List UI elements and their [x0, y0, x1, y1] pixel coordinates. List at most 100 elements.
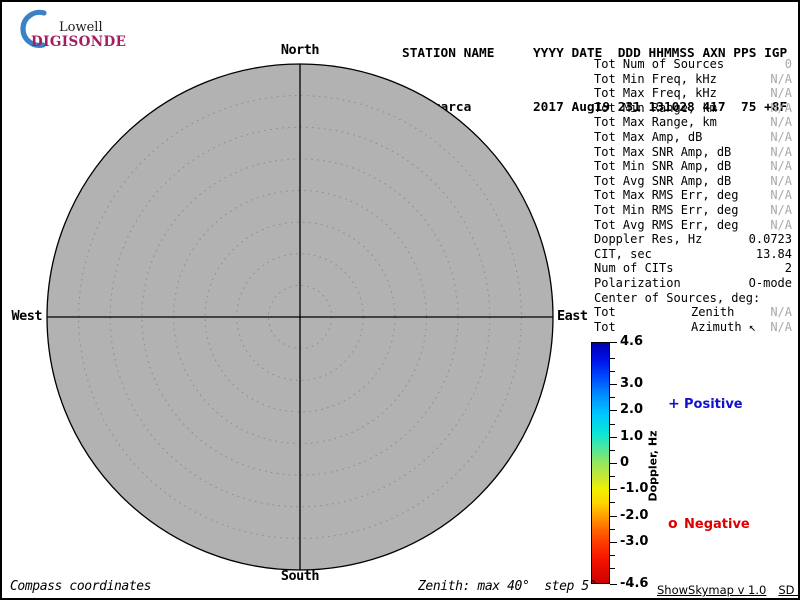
colorbar-minor-tick: [610, 358, 615, 359]
stat-label: Tot Avg SNR Amp, dB: [594, 174, 731, 189]
stats-row: Tot Avg RMS Err, deg N/A: [594, 218, 792, 233]
stat-value: N/A: [770, 320, 792, 335]
stat-value: N/A: [770, 115, 792, 130]
logo-lowell-text: Lowell: [59, 20, 103, 35]
colorbar-tick-label: 3.0: [620, 377, 643, 391]
stats-row: Tot Avg SNR Amp, dBN/A: [594, 174, 792, 189]
stat-label: Tot: [594, 320, 616, 335]
stats-row: Polarization O-mode: [594, 276, 792, 291]
compass-label-east: East: [557, 308, 588, 324]
stat-mid-label: Zenith: [691, 305, 734, 320]
stat-label: Tot Avg RMS Err, deg: [594, 218, 739, 233]
zenith-range-label: Zenith: max 40° step 5°: [418, 579, 596, 594]
stat-value: N/A: [770, 159, 792, 174]
stat-value: O-mode: [749, 276, 792, 291]
showskymap-version: ShowSkymap v 1.0: [657, 583, 766, 597]
stats-row: Tot Max Range, km N/A: [594, 115, 792, 130]
colorbar-gradient: [591, 342, 610, 584]
stat-value: 0.0723: [749, 232, 792, 247]
compass-label-south: South: [260, 568, 340, 584]
stats-row: Tot Min Range, km N/A: [594, 101, 792, 116]
stats-panel: Tot Num of Sources0Tot Min Freq, kHzN/AT…: [594, 57, 792, 334]
colorbar-tick: [610, 584, 617, 585]
showskymap-window: Lowell DIGISONDE STATION NAME YYYY DATE …: [0, 0, 800, 600]
colorbar-minor-tick: [610, 476, 615, 477]
stat-mid-label: Azimuth ↖: [691, 320, 756, 335]
colorbar-tick-label: -4.6: [620, 577, 648, 591]
colorbar-tick-label: 2.0: [620, 403, 643, 417]
stat-value: N/A: [770, 72, 792, 87]
skymap-plot: [22, 39, 578, 595]
version-label: ShowSkymap v 1.0 SD v 4.2: [657, 583, 800, 597]
stat-label: Tot Min Freq, kHz: [594, 72, 717, 87]
colorbar-tick: [610, 542, 617, 543]
colorbar-tick: [610, 410, 617, 411]
stats-row: CIT, sec 13.84: [594, 247, 792, 262]
sd-version: SD v 4.2: [778, 583, 800, 597]
stats-row: Tot Max SNR Amp, dB N/A: [594, 145, 792, 160]
colorbar-tick: [610, 384, 617, 385]
stat-value: N/A: [770, 188, 792, 203]
colorbar-minor-tick: [610, 529, 615, 530]
stat-label: Doppler Res, Hz: [594, 232, 702, 247]
stat-label: Tot Min RMS Err, deg: [594, 203, 739, 218]
colorbar-minor-tick: [610, 424, 615, 425]
stat-label: Tot: [594, 305, 616, 320]
stat-label: Tot Num of Sources: [594, 57, 724, 72]
colorbar-title: Doppler, Hz: [647, 430, 660, 501]
colorbar-minor-tick: [610, 371, 615, 372]
stat-label: Tot Min Range, km: [594, 101, 717, 116]
colorbar-tick: [610, 516, 617, 517]
stat-label: Tot Max Amp, dB: [594, 130, 702, 145]
stat-value: N/A: [770, 145, 792, 160]
colorbar-tick-label: -3.0: [620, 535, 648, 549]
stat-label: Tot Max Freq, kHz: [594, 86, 717, 101]
legend-negative: oNegative: [668, 516, 750, 532]
stat-value: N/A: [770, 130, 792, 145]
stats-row: Tot Num of Sources 0: [594, 57, 792, 72]
legend-negative-label: Negative: [684, 517, 750, 532]
stats-row: Tot Max Amp, dB N/A: [594, 130, 792, 145]
stats-row: Tot Min RMS Err, deg N/A: [594, 203, 792, 218]
circle-marker-icon: o: [668, 516, 684, 532]
stats-row: Tot Max Freq, kHz N/A: [594, 86, 792, 101]
colorbar-tick-label: 4.6: [620, 335, 643, 349]
colorbar-minor-tick: [610, 450, 615, 451]
stats-row: Tot Min SNR Amp, dB N/A: [594, 159, 792, 174]
stats-row: Center of Sources, deg:: [594, 291, 792, 306]
stats-row: Tot Azimuth ↖ N/A: [594, 320, 792, 335]
colorbar-minor-tick: [610, 568, 615, 569]
colorbar-ticks: 4.63.02.01.00-1.0-2.0-3.0-4.6: [610, 342, 670, 584]
stat-label: Tot Min SNR Amp, dB: [594, 159, 731, 174]
stats-row: Tot Max RMS Err, degN/A: [594, 188, 792, 203]
stats-row: Doppler Res, Hz 0.0723: [594, 232, 792, 247]
stat-label: Num of CITs: [594, 261, 673, 276]
stat-label: Tot Max SNR Amp, dB: [594, 145, 731, 160]
colorbar-tick-label: -2.0: [620, 509, 648, 523]
colorbar-minor-tick: [610, 397, 615, 398]
plus-marker-icon: +: [668, 396, 684, 412]
stat-value: 13.84: [756, 247, 792, 262]
colorbar-minor-tick: [610, 555, 615, 556]
stat-value: N/A: [770, 101, 792, 116]
stat-value: N/A: [770, 305, 792, 320]
legend-positive-label: Positive: [684, 397, 743, 412]
stat-value: N/A: [770, 218, 792, 233]
colorbar-minor-tick: [610, 502, 615, 503]
stat-label: Center of Sources, deg:: [594, 291, 760, 306]
stats-row: Tot Zenith N/A: [594, 305, 792, 320]
legend-positive: +Positive: [668, 396, 743, 412]
stat-label: Tot Max Range, km: [594, 115, 717, 130]
stat-value: N/A: [770, 203, 792, 218]
stat-value: N/A: [770, 86, 792, 101]
colorbar-tick-label: 1.0: [620, 430, 643, 444]
compass-label-north: North: [260, 42, 340, 58]
stat-value: 0: [785, 57, 792, 72]
stats-row: Num of CITs 2: [594, 261, 792, 276]
stat-label: CIT, sec: [594, 247, 652, 262]
stat-label: Polarization: [594, 276, 681, 291]
stats-row: Tot Min Freq, kHz N/A: [594, 72, 792, 87]
colorbar-tick: [610, 489, 617, 490]
colorbar-tick: [610, 342, 617, 343]
stat-value: 2: [785, 261, 792, 276]
